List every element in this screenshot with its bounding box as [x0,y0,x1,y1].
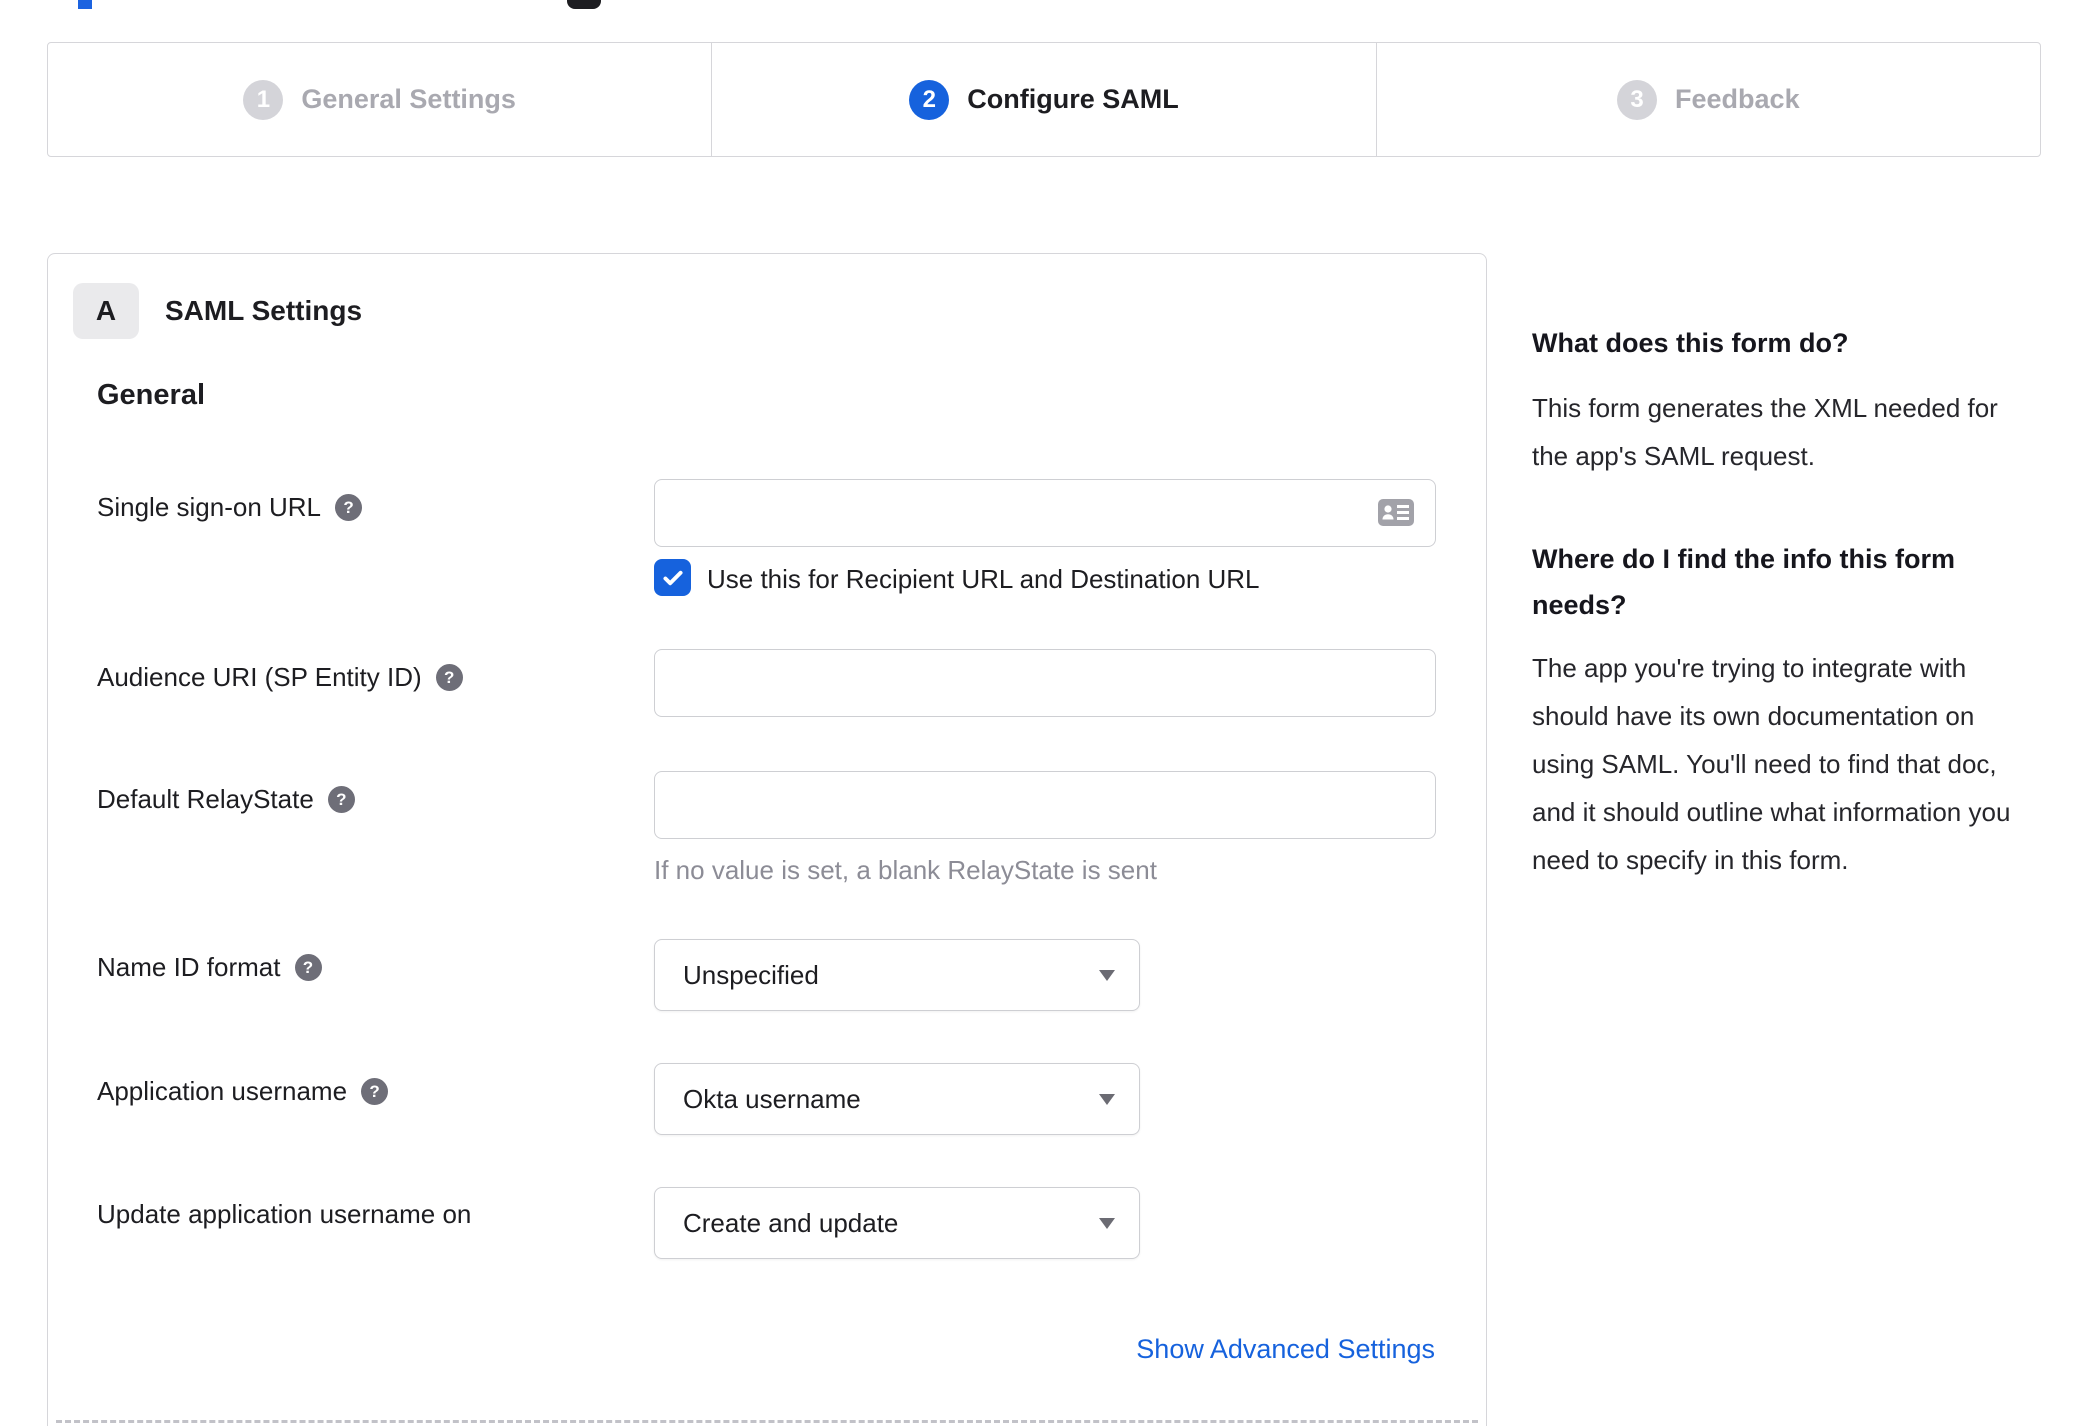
name-id-format-help-icon[interactable]: ? [294,954,322,981]
section-dashed-divider [56,1420,1478,1423]
chevron-down-icon [1099,1218,1115,1229]
relay-state-input[interactable] [654,771,1436,839]
relay-state-hint: If no value is set, a blank RelayState i… [654,855,1157,885]
application-username-help-icon[interactable]: ? [361,1078,389,1105]
step-configure-saml[interactable]: 2 Configure SAML [711,43,1375,156]
application-username-label: Application username ? [97,1076,389,1107]
sidebar-answer-2: The app you're trying to integrate with … [1532,653,2011,875]
name-id-format-label: Name ID format ? [97,952,322,983]
update-username-label: Update application username on [97,1199,472,1229]
configure-saml-page: 1 General Settings 2 Configure SAML 3 Fe… [0,0,2092,1426]
step-2-number-badge: 2 [909,79,950,120]
step-2-label: Configure SAML [967,84,1179,114]
sso-url-help-icon[interactable]: ? [335,494,363,521]
saml-settings-panel: A SAML Settings General Single sign-on U… [47,253,1487,1426]
name-id-format-value: Unspecified [683,959,819,990]
application-username-value: Okta username [683,1083,861,1114]
header-fragment-dark [567,0,601,9]
header-fragment-blue [78,0,92,9]
step-feedback[interactable]: 3 Feedback [1375,43,2040,156]
chevron-down-icon [1099,970,1115,981]
audience-uri-label: Audience URI (SP Entity ID) ? [97,662,463,693]
recipient-url-checkbox[interactable] [654,559,691,596]
name-id-format-select[interactable]: Unspecified [654,939,1140,1011]
relay-state-label: Default RelayState ? [97,784,355,815]
section-a-badge: A [73,283,139,339]
show-advanced-settings-link[interactable]: Show Advanced Settings [1136,1334,1435,1365]
update-username-value: Create and update [683,1207,899,1238]
wizard-stepper: 1 General Settings 2 Configure SAML 3 Fe… [47,42,2041,157]
panel-title: SAML Settings [165,295,363,326]
checkmark-icon [662,570,683,585]
relay-state-help-icon[interactable]: ? [327,786,355,813]
recipient-url-checkbox-label: Use this for Recipient URL and Destinati… [707,564,1260,594]
help-sidebar: What does this form do? This form genera… [1532,328,2037,884]
audience-uri-input[interactable] [654,649,1436,717]
general-section-heading: General [97,379,205,411]
chevron-down-icon [1099,1094,1115,1105]
step-1-number-badge: 1 [243,79,284,120]
sidebar-question-1: What does this form do? [1532,328,1849,358]
sso-url-input[interactable] [654,479,1436,547]
sso-url-label: Single sign-on URL ? [97,492,363,523]
application-username-select[interactable]: Okta username [654,1063,1140,1135]
step-3-number-badge: 3 [1617,79,1658,120]
audience-uri-help-icon[interactable]: ? [435,664,463,691]
update-username-select[interactable]: Create and update [654,1187,1140,1259]
sidebar-question-2: Where do I find the info this form needs… [1532,544,1955,620]
step-general-settings[interactable]: 1 General Settings [48,43,711,156]
sidebar-answer-1: This form generates the XML needed for t… [1532,393,1998,471]
contact-card-icon[interactable] [1378,499,1414,526]
step-1-label: General Settings [301,84,516,114]
step-3-label: Feedback [1675,84,1800,114]
